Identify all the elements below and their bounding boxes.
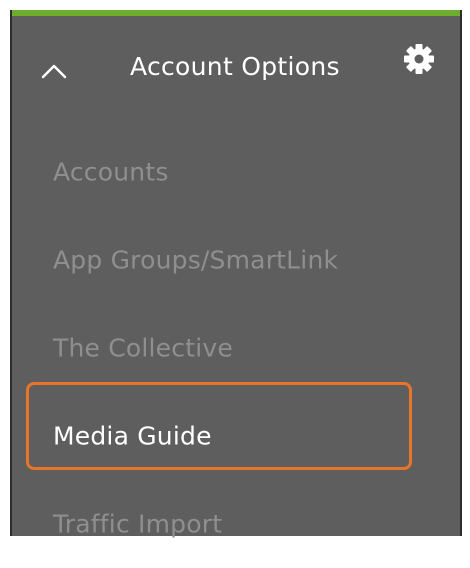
menu-item-accounts[interactable]: Accounts (26, 128, 412, 216)
menu-item-traffic-import[interactable]: Traffic Import (26, 480, 412, 568)
panel-title: Account Options (130, 52, 340, 81)
panel-header: Account Options (12, 16, 460, 120)
menu-item-media-guide[interactable]: Media Guide (26, 392, 412, 480)
gear-icon[interactable] (402, 42, 436, 76)
menu-item-label: The Collective (53, 333, 233, 363)
menu-item-the-collective[interactable]: The Collective (26, 304, 412, 392)
menu-item-app-groups-smartlink[interactable]: App Groups/SmartLink (26, 216, 412, 304)
screenshot-frame: Account Options Accounts App Groups/Smar… (0, 0, 470, 539)
menu-item-label: Accounts (53, 157, 169, 187)
menu-item-label: Media Guide (53, 421, 212, 451)
chevron-up-icon[interactable] (40, 62, 68, 80)
account-options-panel: Account Options Accounts App Groups/Smar… (10, 10, 462, 539)
menu-item-label: Traffic Import (53, 509, 223, 539)
menu-item-label: App Groups/SmartLink (53, 245, 339, 275)
